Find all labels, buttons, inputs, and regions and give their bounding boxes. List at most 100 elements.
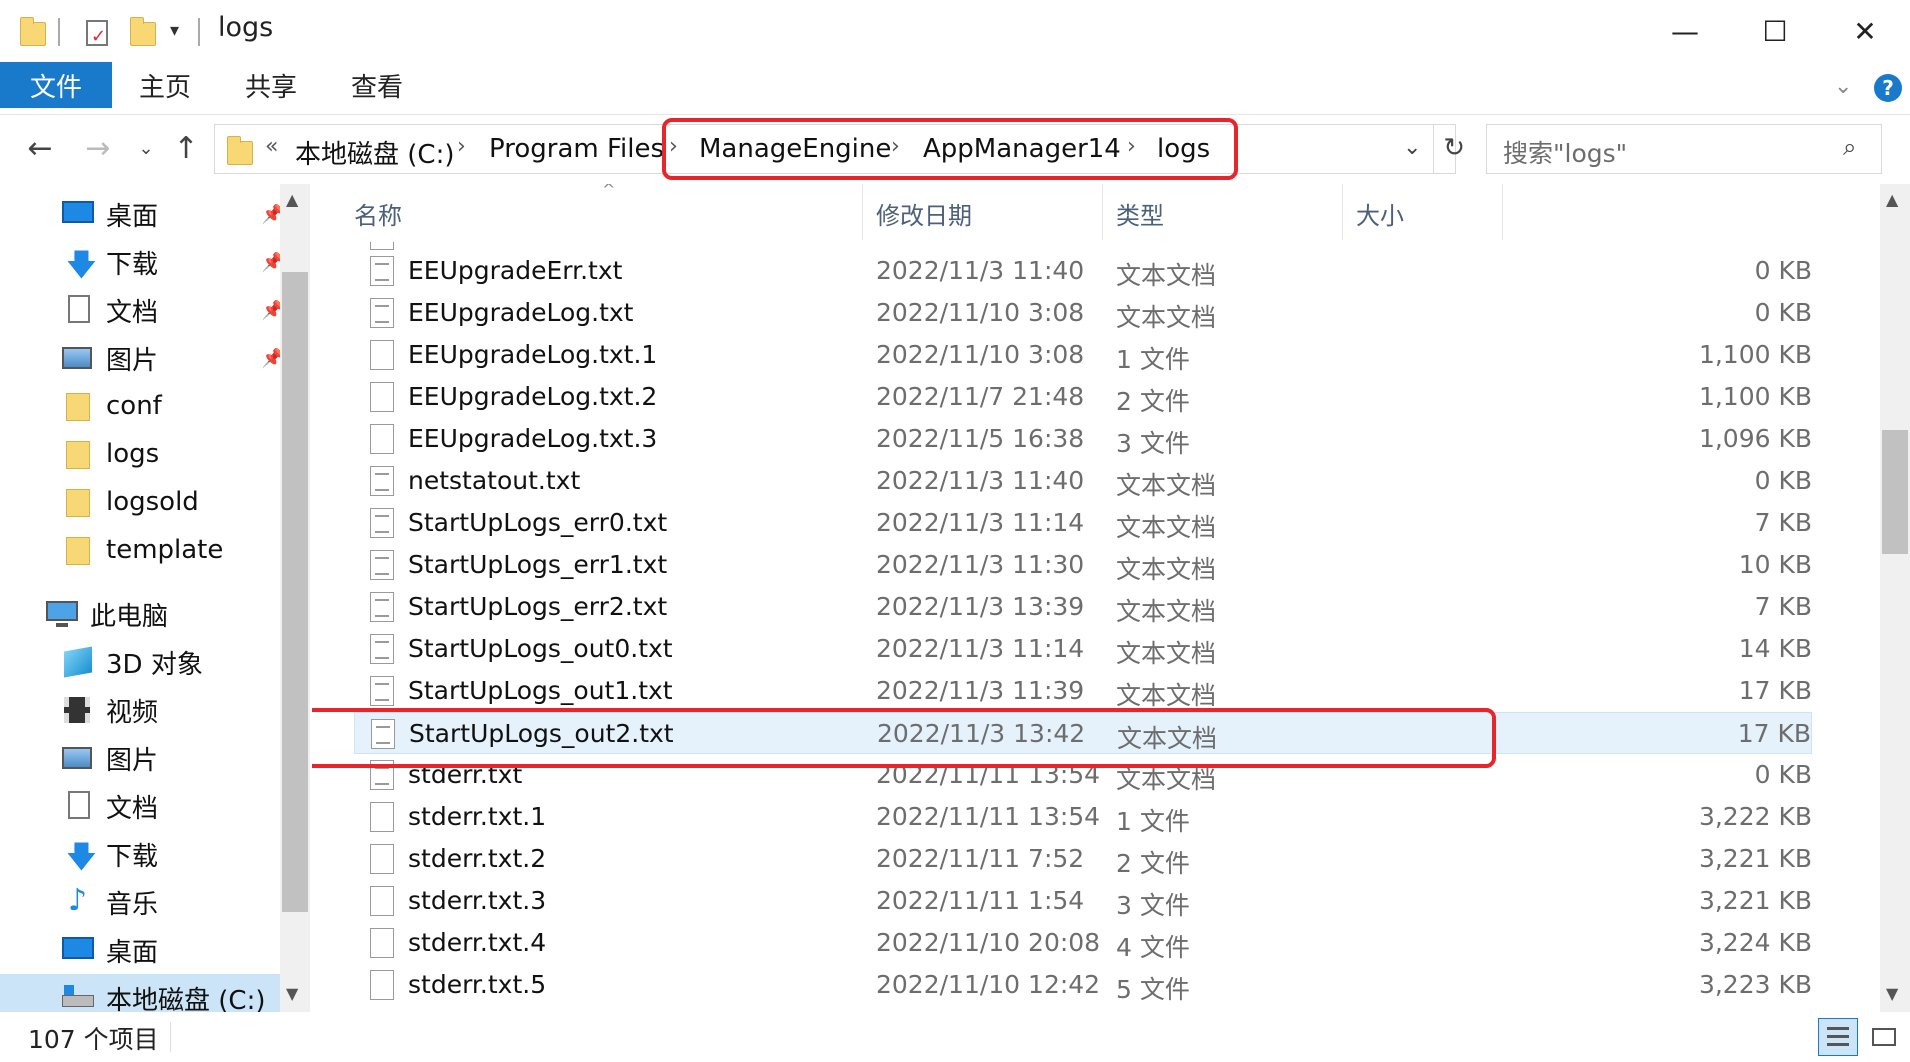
crumb-program-files[interactable]: Program Files xyxy=(489,134,664,164)
up-button[interactable]: ↑ xyxy=(164,126,208,170)
tab-home[interactable]: 主页 xyxy=(118,62,212,108)
nav-scrollbar-thumb[interactable] xyxy=(282,272,308,912)
scroll-down-icon[interactable]: ▼ xyxy=(1886,984,1898,1003)
download-icon: 🡇 xyxy=(66,248,97,283)
properties-icon[interactable]: ✓ xyxy=(82,14,112,48)
file-size: 1,096 KB xyxy=(1698,424,1812,453)
column-header-size[interactable]: 大小 xyxy=(1356,196,1404,231)
nav-item-music[interactable]: ♪ 音乐 xyxy=(0,878,290,926)
search-input[interactable]: 搜索"logs" ⌕ xyxy=(1486,124,1882,174)
nav-item-pictures[interactable]: 图片 xyxy=(0,734,290,782)
nav-item-videos[interactable]: 视频 xyxy=(0,686,290,734)
scroll-up-icon[interactable]: ▲ xyxy=(1886,190,1898,209)
file-row[interactable]: stderr.txt.3 2022/11/11 1:54 3 文件 3,221 KB xyxy=(354,880,1812,922)
nav-item-desktop[interactable]: 桌面 📌 xyxy=(0,190,290,238)
file-list-scrollbar[interactable] xyxy=(1880,184,1910,1012)
file-row[interactable]: EEUpgradeLog.txt.2 2022/11/7 21:48 2 文件 1,1… xyxy=(354,376,1812,418)
file-row[interactable]: StartUpLogs_err2.txt 2022/11/3 13:39 文本文档 7… xyxy=(354,586,1812,628)
file-modified-date: 2022/11/3 13:39 xyxy=(876,592,1085,621)
nav-item-pictures[interactable]: 图片 📌 xyxy=(0,334,290,382)
nav-item-this-pc[interactable]: 此电脑 xyxy=(0,590,290,638)
desktop-icon xyxy=(62,199,94,229)
file-modified-date: 2022/11/3 11:40 xyxy=(876,256,1085,285)
file-name: EEUpgradeErr.txt xyxy=(408,256,623,285)
file-size: 1,100 KB xyxy=(1698,340,1812,369)
nav-item-downloads[interactable]: 🡇 下载 xyxy=(0,830,290,878)
text-file-icon xyxy=(370,466,394,496)
scroll-up-icon[interactable]: ▲ xyxy=(286,190,298,209)
large-icons-view-button[interactable] xyxy=(1864,1018,1904,1056)
file-row[interactable]: StartUpLogs_err1.txt 2022/11/3 11:30 文本文档 1… xyxy=(354,544,1812,586)
file-row[interactable]: stderr.txt.5 2022/11/10 12:42 5 文件 3,223 KB xyxy=(354,964,1812,1006)
file-row[interactable]: stderr.txt.2 2022/11/11 7:52 2 文件 3,221 KB xyxy=(354,838,1812,880)
file-row[interactable]: StartUpLogs_out1.txt 2022/11/3 11:39 文本文档 1… xyxy=(354,670,1812,712)
file-row[interactable]: StartUpLogs_out0.txt 2022/11/3 11:14 文本文档 1… xyxy=(354,628,1812,670)
title-bar: ✓ ▾ logs — ☐ ✕ xyxy=(0,0,1910,62)
file-size: 14 KB xyxy=(1738,634,1812,663)
overflow-crumbs-icon[interactable]: « xyxy=(265,134,278,159)
new-folder-icon[interactable] xyxy=(128,14,158,48)
column-header-name[interactable]: 名称 xyxy=(354,196,402,231)
customize-toolbar-icon[interactable]: ▾ xyxy=(170,20,179,41)
nav-item-logsold[interactable]: logsold xyxy=(0,478,290,526)
file-row[interactable]: EEUpgradeLog.txt.1 2022/11/10 3:08 1 文件 1,1… xyxy=(354,334,1812,376)
file-row[interactable]: stderr.txt.1 2022/11/11 13:54 1 文件 3,222 KB xyxy=(354,796,1812,838)
nav-item-label: 视频 xyxy=(106,697,159,728)
file-type: 文本文档 xyxy=(1116,555,1217,584)
back-button[interactable]: ← xyxy=(18,126,62,170)
expand-ribbon-icon[interactable]: ⌄ xyxy=(1834,74,1852,99)
nav-item-documents[interactable]: 文档 xyxy=(0,782,290,830)
nav-item-documents[interactable]: 文档 📌 xyxy=(0,286,290,334)
navigation-pane: 桌面 📌 🡇 下载 📌 文档 📌 图片 📌 conf logs logsold … xyxy=(0,184,312,1022)
file-type: 2 文件 xyxy=(1116,849,1190,878)
search-icon[interactable]: ⌕ xyxy=(1843,133,1856,161)
tab-file[interactable]: 文件 xyxy=(0,62,112,108)
file-icon xyxy=(370,970,394,1000)
file-row[interactable]: EEUpgradeErr.txt 2022/11/3 11:40 文本文档 0 KB xyxy=(354,250,1812,292)
column-header-type[interactable]: 类型 xyxy=(1116,196,1164,231)
document-icon xyxy=(62,295,94,325)
column-divider[interactable] xyxy=(862,184,863,240)
nav-item-desktop[interactable]: 桌面 xyxy=(0,926,290,974)
file-type: 文本文档 xyxy=(1116,681,1217,710)
file-name: StartUpLogs_out0.txt xyxy=(408,634,673,663)
file-list-scrollbar-thumb[interactable] xyxy=(1882,430,1908,554)
file-row[interactable]: StartUpLogs_err0.txt 2022/11/3 11:14 文本文档 7… xyxy=(354,502,1812,544)
file-modified-date: 2022/11/10 20:08 xyxy=(876,928,1101,957)
tab-view[interactable]: 查看 xyxy=(330,62,424,108)
refresh-icon[interactable]: ↻ xyxy=(1425,133,1465,163)
column-divider[interactable] xyxy=(1102,184,1103,240)
maximize-button[interactable]: ☐ xyxy=(1730,0,1820,62)
file-type: 1 文件 xyxy=(1116,807,1190,836)
forward-button[interactable]: → xyxy=(76,126,120,170)
column-header-date[interactable]: 修改日期 xyxy=(876,196,972,231)
close-button[interactable]: ✕ xyxy=(1820,0,1910,62)
file-icon xyxy=(370,844,394,874)
file-row[interactable]: netstatout.txt 2022/11/3 11:40 文本文档 0 KB xyxy=(354,460,1812,502)
address-dropdown-icon[interactable]: ⌄ xyxy=(1403,135,1421,160)
column-divider[interactable] xyxy=(1342,184,1343,240)
minimize-button[interactable]: — xyxy=(1640,0,1730,62)
recent-locations-button[interactable]: ⌄ xyxy=(124,126,168,170)
file-row[interactable]: stderr.txt.4 2022/11/10 20:08 4 文件 3,224 KB xyxy=(354,922,1812,964)
column-divider[interactable] xyxy=(1502,184,1503,240)
ribbon: 文件 主页 共享 查看 ⌄ ? xyxy=(0,62,1910,114)
file-type: 文本文档 xyxy=(1116,639,1217,668)
file-row[interactable]: EEUpgradeLog.txt.3 2022/11/5 16:38 3 文件 1,0… xyxy=(354,418,1812,460)
text-file-icon xyxy=(370,508,394,538)
nav-item-logs[interactable]: logs xyxy=(0,430,290,478)
crumb-separator[interactable]: › xyxy=(457,134,466,159)
nav-item-downloads[interactable]: 🡇 下载 📌 xyxy=(0,238,290,286)
tab-share[interactable]: 共享 xyxy=(224,62,318,108)
computer-icon xyxy=(46,599,78,629)
nav-item-3d-objects[interactable]: 3D 对象 xyxy=(0,638,290,686)
file-row[interactable]: EEUpgradeLog.txt 2022/11/10 3:08 文本文档 0 KB xyxy=(354,292,1812,334)
highlight-path-box xyxy=(662,118,1238,180)
crumb-local-disk[interactable]: 本地磁盘 (C:) xyxy=(295,134,454,171)
scroll-down-icon[interactable]: ▼ xyxy=(286,984,298,1003)
nav-item-conf[interactable]: conf xyxy=(0,382,290,430)
help-icon[interactable]: ? xyxy=(1874,74,1902,102)
details-view-button[interactable] xyxy=(1818,1018,1858,1056)
nav-item-template[interactable]: template xyxy=(0,526,290,574)
file-name: stderr.txt.5 xyxy=(408,970,547,999)
